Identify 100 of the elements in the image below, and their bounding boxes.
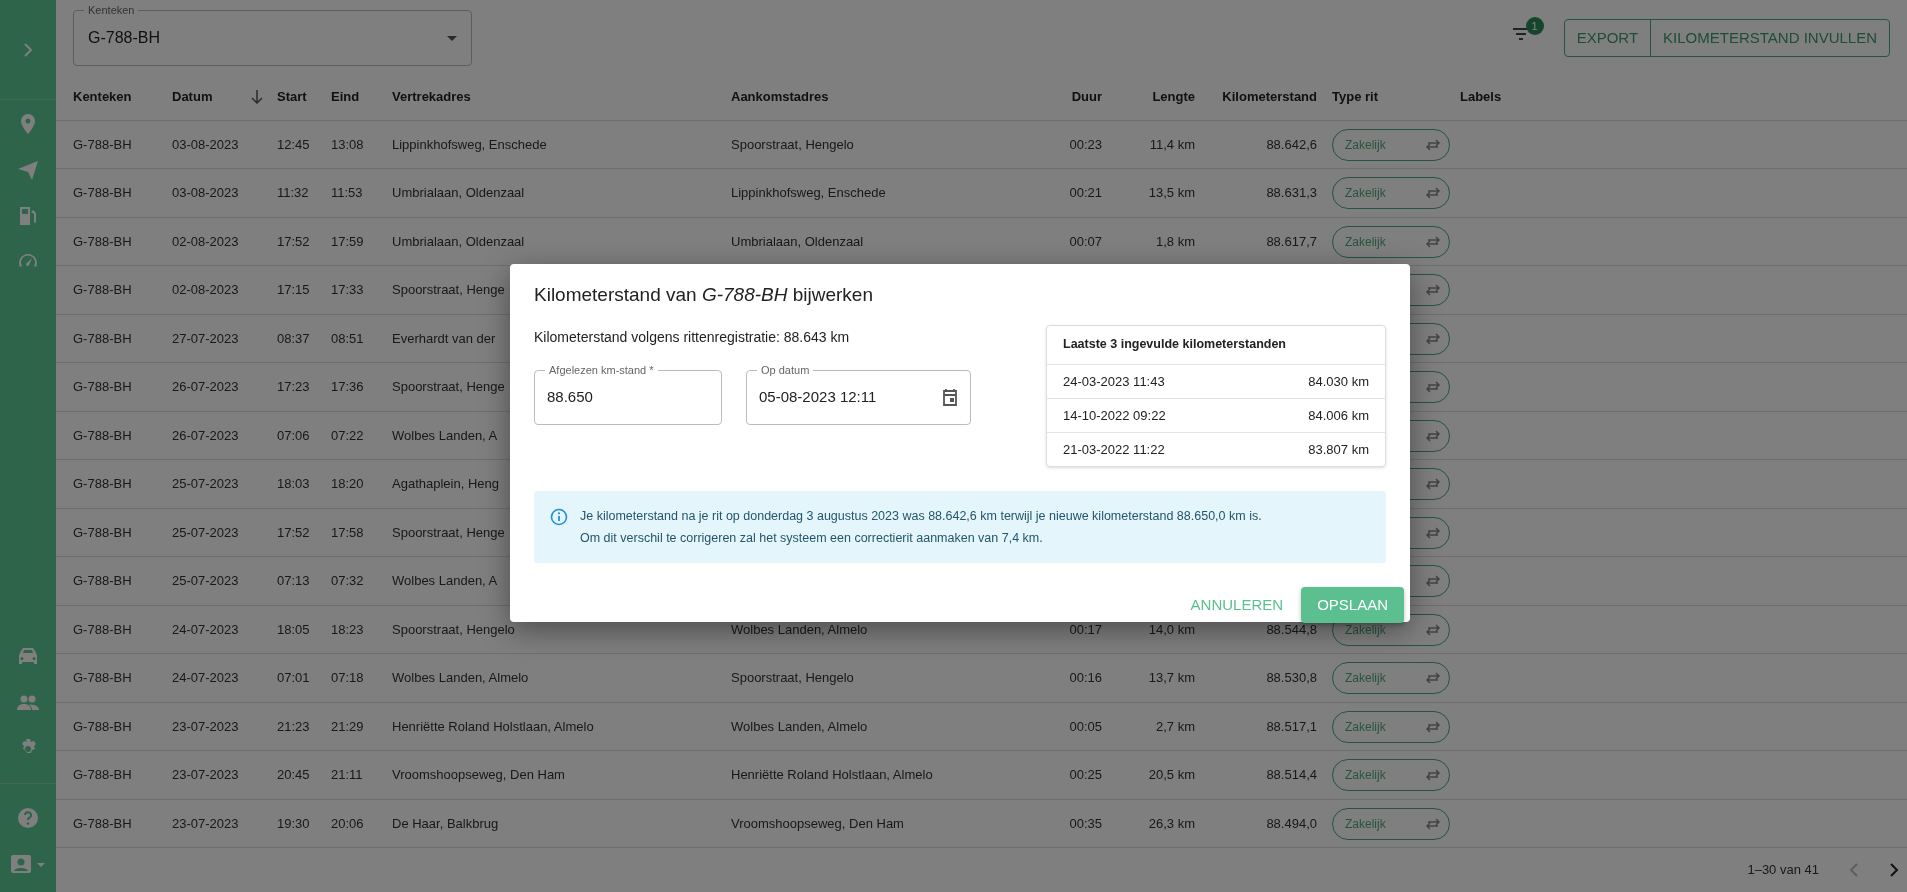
table-cell: 18:23 bbox=[331, 621, 364, 637]
table-cell: 00:17 bbox=[1069, 621, 1102, 637]
swap-arrows-icon bbox=[1425, 284, 1441, 297]
table-cell: 24-07-2023 bbox=[172, 621, 239, 637]
swap-arrows-icon bbox=[1425, 817, 1441, 830]
swap-arrows-icon bbox=[1425, 526, 1441, 539]
table-cell: 17:23 bbox=[277, 379, 310, 395]
table-cell: 00:35 bbox=[1069, 815, 1102, 831]
table-cell: 00:25 bbox=[1069, 767, 1102, 783]
column-header[interactable]: Duur bbox=[1071, 88, 1102, 104]
column-header[interactable]: Aankomstadres bbox=[731, 88, 829, 104]
table-cell: 17:15 bbox=[277, 282, 310, 298]
table-cell: 26,3 km bbox=[1148, 815, 1195, 831]
table-cell: G-788-BH bbox=[73, 670, 132, 686]
table-cell: Wolbes Landen, Almelo bbox=[392, 670, 529, 686]
table-cell: Spoorstraat, Henge bbox=[392, 524, 505, 540]
table-cell: 17:33 bbox=[331, 282, 364, 298]
column-header[interactable]: Kilometerstand bbox=[1222, 88, 1317, 104]
recent-readings-title: Laatste 3 ingevulde kilometerstanden bbox=[1062, 336, 1287, 354]
table-cell: 25-07-2023 bbox=[172, 476, 239, 492]
table-cell: 17:59 bbox=[331, 233, 364, 249]
reading-date: 21-03-2022 11:22 bbox=[1063, 440, 1165, 459]
table-cell: Wolbes Landen, A bbox=[392, 427, 498, 443]
table-cell: 07:06 bbox=[277, 427, 310, 443]
table-cell: 07:22 bbox=[331, 427, 364, 443]
column-header[interactable]: Start bbox=[277, 88, 307, 104]
table-cell: G-788-BH bbox=[73, 185, 132, 201]
account-menu-icon[interactable] bbox=[9, 852, 47, 876]
table-cell: 25-07-2023 bbox=[172, 573, 239, 589]
dialog-title: Kilometerstand van G-788-BH bijwerken bbox=[534, 284, 874, 307]
paper-plane-icon[interactable] bbox=[16, 158, 40, 182]
table-cell: 20:06 bbox=[331, 815, 364, 831]
table-cell: 21:11 bbox=[331, 767, 363, 783]
table-cell: 18:20 bbox=[331, 476, 364, 492]
table-cell: 11,4 km bbox=[1149, 136, 1195, 152]
calendar-icon[interactable] bbox=[942, 388, 958, 407]
table-cell: Umbrialaan, Oldenzaal bbox=[392, 185, 525, 201]
help-icon[interactable] bbox=[16, 806, 40, 830]
swap-arrows-icon bbox=[1425, 769, 1441, 782]
swap-arrows-icon bbox=[1425, 429, 1441, 442]
sort-arrow-icon[interactable] bbox=[251, 89, 263, 104]
table-cell: 88.494,0 bbox=[1266, 815, 1317, 831]
table-cell: 08:51 bbox=[331, 330, 364, 346]
table-cell: 17:52 bbox=[277, 524, 310, 540]
table-cell: Umbrialaan, Oldenzaal bbox=[731, 233, 864, 249]
table-cell: 18:05 bbox=[277, 621, 310, 637]
table-cell: 88.514,4 bbox=[1266, 767, 1317, 783]
table-cell: Vroomshoopseweg, Den Ham bbox=[731, 815, 904, 831]
table-cell: 07:01 bbox=[277, 670, 310, 686]
table-cell: Wolbes Landen, Almelo bbox=[731, 621, 868, 637]
table-cell: 00:23 bbox=[1069, 136, 1102, 152]
column-header[interactable]: Eind bbox=[331, 88, 360, 104]
table-cell: 13,5 km bbox=[1148, 185, 1195, 201]
swap-arrows-icon bbox=[1425, 381, 1441, 394]
column-header[interactable]: Kenteken bbox=[73, 88, 132, 104]
reading-date: 24-03-2023 11:43 bbox=[1063, 372, 1165, 391]
reading-value: 83.807 km bbox=[1308, 440, 1369, 459]
column-header[interactable]: Type rit bbox=[1332, 88, 1378, 104]
table-cell: 26-07-2023 bbox=[172, 379, 239, 395]
reading-value: 84.030 km bbox=[1308, 372, 1369, 391]
table-cell: 02-08-2023 bbox=[172, 233, 239, 249]
table-cell: G-788-BH bbox=[73, 815, 132, 831]
table-cell: 88.617,7 bbox=[1266, 233, 1317, 249]
table-cell: 00:05 bbox=[1069, 718, 1102, 734]
table-cell: 20,5 km bbox=[1148, 767, 1195, 783]
next-page-icon[interactable] bbox=[1889, 863, 1899, 878]
table-cell: Lippinkhofsweg, Enschede bbox=[731, 185, 886, 201]
table-cell: Henriëtte Roland Holstlaan, Almelo bbox=[392, 718, 594, 734]
column-header[interactable]: Labels bbox=[1460, 88, 1502, 104]
swap-arrows-icon bbox=[1425, 235, 1441, 248]
table-cell: G-788-BH bbox=[73, 427, 132, 443]
column-header[interactable]: Datum bbox=[172, 86, 213, 107]
table-cell: 25-07-2023 bbox=[172, 524, 239, 540]
action-button[interactable]: EXPORT bbox=[1564, 20, 1651, 56]
table-cell: 11:32 bbox=[277, 185, 309, 201]
table-cell: 18:03 bbox=[277, 476, 310, 492]
table-cell: 88.631,3 bbox=[1266, 185, 1317, 201]
table-cell: Vroomshoopseweg, Den Ham bbox=[392, 767, 565, 783]
action-button[interactable]: KILOMETERSTAND INVULLEN bbox=[1650, 20, 1889, 56]
table-cell: G-788-BH bbox=[73, 718, 132, 734]
table-cell: G-788-BH bbox=[73, 379, 132, 395]
chevron-right-icon[interactable] bbox=[22, 42, 34, 57]
table-cell: G-788-BH bbox=[73, 476, 132, 492]
table-cell: 17:58 bbox=[331, 524, 364, 540]
table-cell: G-788-BH bbox=[73, 573, 132, 589]
reading-date: 14-10-2022 09:22 bbox=[1063, 406, 1166, 425]
column-header[interactable]: Lengte bbox=[1152, 88, 1195, 104]
table-cell: 17:52 bbox=[277, 233, 310, 249]
table-cell: 26-07-2023 bbox=[172, 427, 239, 443]
table-cell: G-788-BH bbox=[73, 621, 132, 637]
table-cell: G-788-BH bbox=[73, 136, 132, 152]
table-cell: 17:36 bbox=[331, 379, 364, 395]
field-label: Kenteken bbox=[84, 3, 139, 17]
column-header[interactable]: Vertrekadres bbox=[392, 88, 471, 104]
table-cell: Spoorstraat, Henge bbox=[392, 379, 505, 395]
filter-count-badge: 1 bbox=[1525, 17, 1544, 35]
table-cell: 07:13 bbox=[277, 573, 310, 589]
table-cell: Wolbes Landen, A bbox=[392, 573, 498, 589]
table-cell: G-788-BH bbox=[73, 330, 132, 346]
swap-arrows-icon bbox=[1425, 187, 1441, 200]
